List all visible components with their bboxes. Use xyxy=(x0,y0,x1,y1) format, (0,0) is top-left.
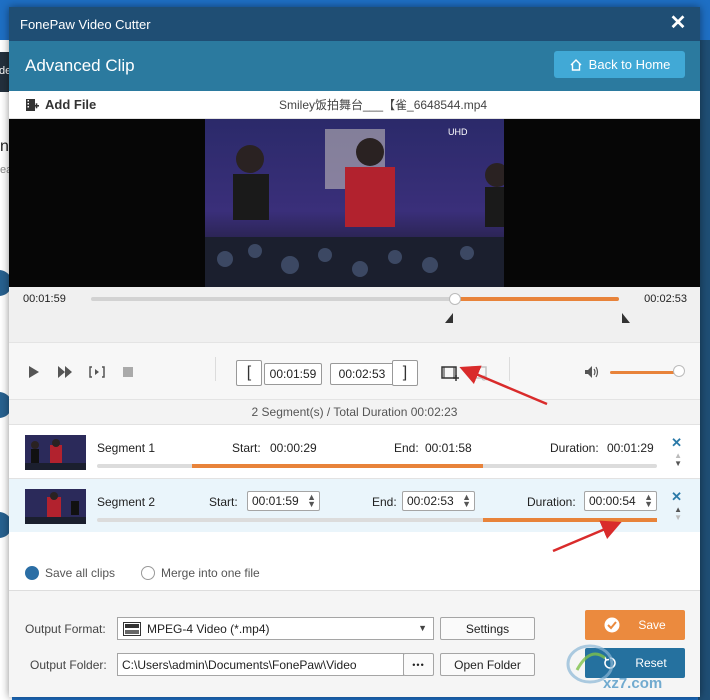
timeline-track[interactable] xyxy=(91,293,619,305)
divider xyxy=(509,357,510,381)
home-icon xyxy=(570,58,582,71)
radio-unselected-icon xyxy=(141,566,155,580)
end-label: End: xyxy=(394,441,419,455)
output-format-select[interactable]: MPEG-4 Video (*.mp4) ▼ xyxy=(117,617,434,640)
stop-icon[interactable] xyxy=(120,364,136,380)
segment-end-value: 00:02:53 xyxy=(407,494,454,508)
browse-button[interactable]: ••• xyxy=(403,653,434,676)
open-folder-button[interactable]: Open Folder xyxy=(440,653,535,676)
segment-track xyxy=(97,464,657,468)
play-icon[interactable] xyxy=(26,364,42,380)
chevron-down-icon: ▼ xyxy=(418,623,427,633)
add-segment-icon[interactable] xyxy=(441,364,459,382)
end-label: End: xyxy=(372,495,397,509)
volume-icon[interactable] xyxy=(584,364,600,380)
timeline-bar: 00:01:59 00:02:53 xyxy=(9,287,700,342)
segment-summary: 2 Segment(s) / Total Duration 00:02:23 xyxy=(9,400,700,424)
close-icon[interactable]: ✕ xyxy=(668,13,688,33)
volume-handle[interactable] xyxy=(673,365,685,377)
segment-row-2[interactable]: Segment 2 Start: 00:01:59 ▲ ▼ End: 00:02:… xyxy=(9,478,700,532)
background-text: n xyxy=(0,138,9,155)
end-time: 00:02:53 xyxy=(644,293,687,305)
save-all-clips-label: Save all clips xyxy=(45,566,116,580)
end-marker-icon[interactable] xyxy=(622,313,630,323)
move-down-icon[interactable]: ▼ xyxy=(674,513,682,522)
save-all-clips-radio[interactable]: Save all clips xyxy=(25,566,115,580)
playhead-handle[interactable] xyxy=(449,293,462,305)
duration-label: Duration: xyxy=(550,441,599,455)
merge-into-one-label: Merge into one file xyxy=(161,566,260,580)
playback-controls: [ 00:01:59 00:02:53 ] xyxy=(9,342,700,400)
start-marker-icon[interactable] xyxy=(445,313,453,323)
add-file-icon xyxy=(26,98,39,111)
segment-range xyxy=(192,464,484,468)
move-down-icon[interactable]: ▼ xyxy=(674,459,682,468)
output-folder-path[interactable]: C:\Users\admin\Documents\FonePaw\Video xyxy=(117,653,404,676)
segment-track xyxy=(97,518,657,522)
radio-selected-icon xyxy=(25,566,39,580)
add-file-label: Add File xyxy=(45,97,97,112)
add-file-button[interactable]: Add File xyxy=(25,97,96,112)
start-value: 00:00:29 xyxy=(270,441,317,455)
output-format-value: MPEG-4 Video (*.mp4) xyxy=(147,621,270,636)
segment-thumbnail xyxy=(25,489,86,524)
segment-duration-input[interactable]: 00:00:54 ▲ ▼ xyxy=(584,491,657,511)
output-folder-label: Output Folder: xyxy=(30,658,107,672)
watermark-text: xz7.com xyxy=(603,675,662,692)
segment-duration-value: 00:00:54 xyxy=(589,494,636,508)
set-start-bracket-icon[interactable]: [ xyxy=(236,360,262,386)
file-name: Smiley饭拍舞台___【雀_6648544.mp4 xyxy=(279,98,488,112)
end-value: 00:01:58 xyxy=(425,441,472,455)
duration-label: Duration: xyxy=(527,495,576,509)
advanced-clip-dialog: FonePaw Video Cutter ✕ Advanced Clip Bac… xyxy=(9,7,700,697)
settings-button[interactable]: Settings xyxy=(440,617,535,640)
mpeg-icon xyxy=(123,621,141,636)
delete-segment-icon[interactable]: ✕ xyxy=(671,435,682,451)
spinner-icon[interactable]: ▲ ▼ xyxy=(462,493,471,509)
segment-end-input[interactable]: 00:02:53 ▲ ▼ xyxy=(402,491,475,511)
segment-start-input[interactable]: 00:01:59 ▲ ▼ xyxy=(247,491,320,511)
spinner-icon[interactable]: ▲ ▼ xyxy=(307,493,316,509)
merge-into-one-radio[interactable]: Merge into one file xyxy=(141,566,260,580)
start-label: Start: xyxy=(232,441,261,455)
frame-step-icon[interactable] xyxy=(89,364,105,380)
fast-forward-icon[interactable] xyxy=(57,364,73,380)
current-time: 00:01:59 xyxy=(23,293,66,305)
segment-thumbnail xyxy=(25,435,86,470)
clip-end-field[interactable]: 00:02:53 xyxy=(330,363,394,385)
start-label: Start: xyxy=(209,495,238,509)
back-to-home-button[interactable]: Back to Home xyxy=(554,51,685,78)
check-icon xyxy=(604,617,620,633)
svg-text:UHD: UHD xyxy=(448,127,468,137)
video-preview[interactable]: UHD xyxy=(9,119,700,287)
page-title: Advanced Clip xyxy=(25,56,135,75)
window-titlebar: FonePaw Video Cutter ✕ xyxy=(9,7,700,41)
timeline-selection xyxy=(455,297,619,301)
clip-start-field[interactable]: 00:01:59 xyxy=(264,363,322,385)
segment-row-1[interactable]: Segment 1 Start: 00:00:29 End: 00:01:58 … xyxy=(9,424,700,478)
output-format-label: Output Format: xyxy=(25,622,106,636)
file-bar: Add File Smiley饭拍舞台___【雀_6648544.mp4 xyxy=(9,91,700,119)
segment-start-value: 00:01:59 xyxy=(252,494,299,508)
site-watermark: xz7.com xyxy=(566,644,662,692)
set-end-bracket-icon[interactable]: ] xyxy=(392,360,418,386)
save-label: Save xyxy=(638,618,666,632)
back-to-home-label: Back to Home xyxy=(588,57,671,72)
segment-name: Segment 2 xyxy=(97,495,156,509)
spinner-icon[interactable]: ▲ ▼ xyxy=(644,493,653,509)
segment-range xyxy=(483,518,657,522)
divider xyxy=(215,357,216,381)
delete-segment-icon[interactable]: ✕ xyxy=(671,489,682,505)
window-title: FonePaw Video Cutter xyxy=(20,16,151,32)
volume-slider[interactable] xyxy=(610,371,680,374)
video-frame: UHD xyxy=(205,119,504,287)
duration-value: 00:01:29 xyxy=(607,441,654,455)
output-options: Save all clips Merge into one file xyxy=(9,555,700,590)
split-segment-icon[interactable] xyxy=(471,364,489,382)
page-header: Advanced Clip Back to Home xyxy=(9,41,700,91)
segment-name: Segment 1 xyxy=(97,441,156,455)
